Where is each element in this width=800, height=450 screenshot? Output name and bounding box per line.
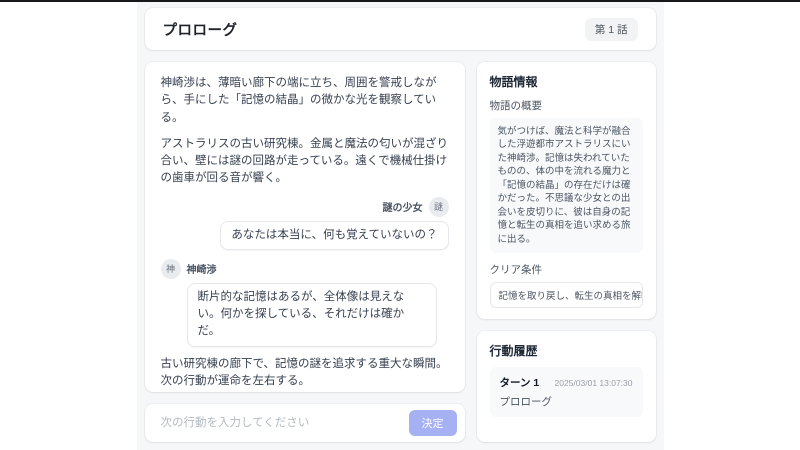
- speaker-name: 神崎渉: [186, 265, 217, 277]
- main-column: 神崎渉は、薄暗い廊下の端に立ち、周囲を警戒しながら、手にした「記憶の結晶」の微か…: [144, 62, 465, 442]
- speech-bubble: 断片的な記憶はあるが、全体像は見えない。何かを探している、それだけは確かだ。: [186, 282, 437, 347]
- story-paragraph-3: 古い研究棟の廊下で、記憶の謎を追求する重大な瞬間。次の行動が運命を左右する。: [160, 357, 448, 387]
- story-panel: 神崎渉は、薄暗い廊下の端に立ち、周囲を警戒しながら、手にした「記憶の結晶」の微か…: [144, 62, 465, 392]
- history-title: 行動履歴: [489, 344, 538, 359]
- episode-header: プロローグ 第 1 話: [144, 8, 656, 50]
- speaker-name: 謎の少女: [382, 203, 423, 214]
- bubble-wrap: あなたは本当に、何も覚えていないの？: [161, 220, 449, 250]
- history-item-header: ターン 1 2025/03/01 13:07:30: [500, 375, 633, 390]
- clear-condition-text: 記憶を取り戻し、転生の真相を解明する: [489, 282, 643, 309]
- story-paragraph-2: アストラリスの古い研究棟。金属と魔法の匂いが混ざり合い、壁には謎の回路が走ってい…: [160, 137, 449, 185]
- speech-bubble: あなたは本当に、何も覚えていないの？: [220, 220, 449, 250]
- action-input-bar: 決定: [144, 404, 465, 442]
- clear-condition-label: クリア条件: [489, 264, 543, 277]
- speaker-avatar: 神: [160, 258, 181, 279]
- episode-title: プロローグ: [162, 22, 238, 39]
- history-item-turn-1[interactable]: ターン 1 2025/03/01 13:07:30 プロローグ: [489, 367, 643, 418]
- dialogue-mysterious-girl: 謎の少女 謎 あなたは本当に、何も覚えていないの？: [161, 196, 449, 250]
- episode-badge: 第 1 話: [584, 17, 638, 41]
- summary-label: 物語の概要: [489, 100, 543, 112]
- turn-title: プロローグ: [499, 396, 553, 409]
- submit-button[interactable]: 決定: [408, 410, 457, 436]
- story-info-title: 物語情報: [489, 75, 538, 89]
- summary-text: 気がつけば、魔法と科学が融合した浮遊都市アストラリスにいた神崎渉。記憶は失われて…: [489, 118, 643, 254]
- action-input[interactable]: [158, 416, 401, 430]
- dialogue-header: 謎の少女 謎: [161, 196, 449, 217]
- top-progress-bar: [0, 0, 800, 2]
- turn-label: ターン 1: [499, 377, 540, 390]
- content-row: 神崎渉は、薄暗い廊下の端に立ち、周囲を警戒しながら、手にした「記憶の結晶」の微か…: [144, 62, 656, 442]
- sidebar: 物語情報 物語の概要 気がつけば、魔法と科学が融合した浮遊都市アストラリスにいた…: [476, 62, 656, 442]
- dialogue-header: 神 神崎渉: [160, 258, 449, 279]
- speaker-avatar: 謎: [428, 196, 449, 217]
- story-info-panel: 物語情報 物語の概要 気がつけば、魔法と科学が融合した浮遊都市アストラリスにいた…: [476, 62, 656, 320]
- history-panel: 行動履歴 ターン 1 2025/03/01 13:07:30 プロローグ: [476, 331, 656, 442]
- turn-timestamp: 2025/03/01 13:07:30: [554, 377, 633, 388]
- dialogue-protagonist: 神 神崎渉 断片的な記憶はあるが、全体像は見えない。何かを探している、それだけは…: [160, 258, 449, 347]
- story-paragraph-1: 神崎渉は、薄暗い廊下の端に立ち、周囲を警戒しながら、手にした「記憶の結晶」の微か…: [160, 77, 437, 124]
- app-container: プロローグ 第 1 話 神崎渉は、薄暗い廊下の端に立ち、周囲を警戒しながら、手に…: [136, 0, 664, 450]
